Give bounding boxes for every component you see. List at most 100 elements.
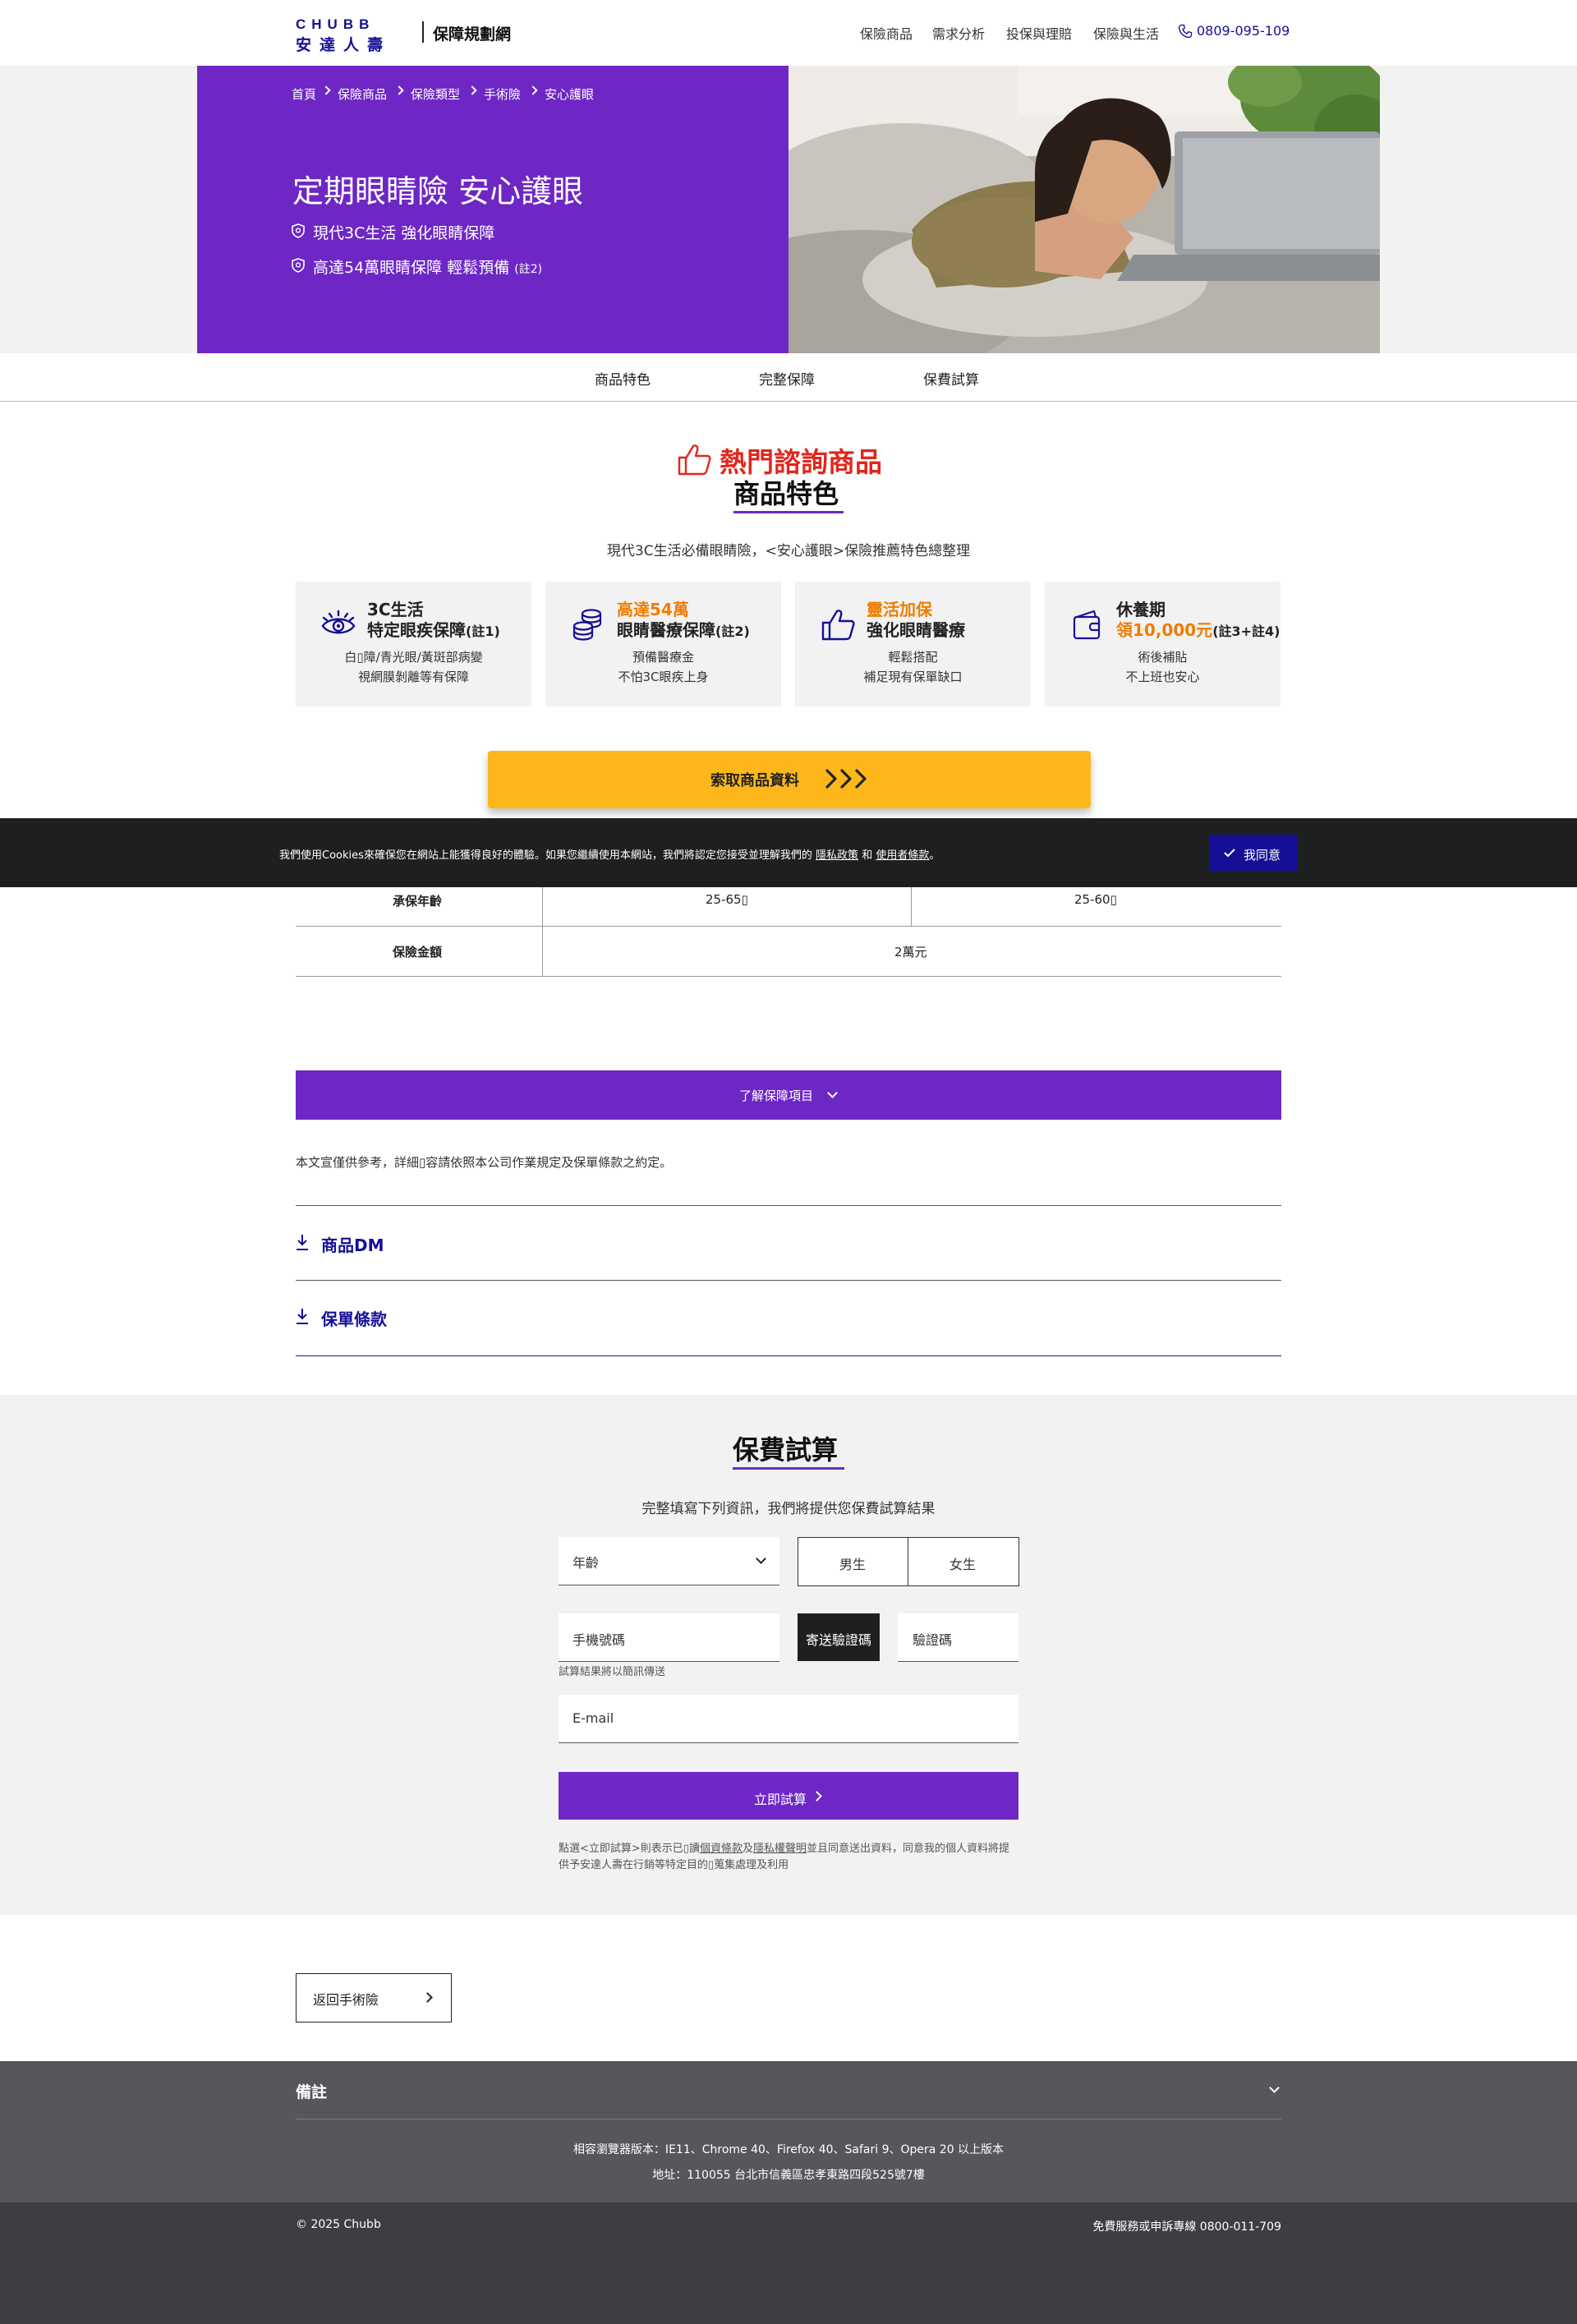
nav-item-needs-analysis[interactable]: 需求分析 [932, 23, 985, 43]
title-underline [733, 1467, 844, 1470]
feature-card-eye-disease: 3C生活 特定眼疾保障(註1) 白▯障/青光眼/黃斑部病變 視網膜剝離等有保障 [296, 582, 531, 706]
bottom-bar [0, 2202, 1577, 2324]
tab-premium[interactable]: 保費試算 [923, 368, 979, 389]
site-name[interactable]: 保障規劃網 [433, 22, 511, 44]
premium-subtitle: 完整填寫下列資訊，我們將提供您保費試算結果 [641, 1501, 936, 1517]
breadcrumb-current: 安心護眼 [545, 87, 595, 102]
phone-number-link[interactable]: 0809-095-109 [1197, 23, 1290, 39]
card-desc-line1: 預備醫療金 [632, 650, 694, 665]
email-placeholder: E-mail [572, 1710, 614, 1726]
premium-calculator-section [0, 1395, 1577, 1915]
breadcrumb-products[interactable]: 保險商品 [338, 85, 387, 103]
shield-icon [292, 258, 305, 273]
card-desc-line2: 不上班也安心 [1125, 670, 1200, 684]
card-desc-line2: 視網膜剝離等有保障 [357, 670, 469, 684]
download-icon [297, 1235, 308, 1250]
hero-feature-1: 現代3C生活 強化眼睛保障 [313, 224, 495, 242]
disclaimer-text: 本文宣僅供參考，詳細▯容請依照本公司作業規定及保單條款之約定。 [296, 1155, 673, 1170]
table-divider [542, 887, 543, 976]
card-note: (註3+註4) [1212, 624, 1280, 639]
card-note: (註2) [715, 624, 750, 639]
terms-of-use-link[interactable]: 使用者條款 [876, 849, 929, 862]
card-heading-line2: 強化眼睛醫療 [867, 620, 965, 640]
breadcrumb-types[interactable]: 保險類型 [411, 85, 460, 103]
card-desc-line1: 輕鬆搭配 [888, 650, 938, 665]
tab-coverage[interactable]: 完整保障 [759, 368, 815, 389]
section-title-premium: 保費試算 [733, 1434, 839, 1466]
consent-text: 點選<立即試算>則表示已▯讀個資條款及隱私權聲明並且同意送出資料，同意我的個人資… [559, 1843, 1010, 1871]
card-desc-line2: 不怕3C眼疾上身 [618, 670, 709, 684]
tab-features[interactable]: 商品特色 [595, 368, 651, 389]
personal-data-terms-link[interactable]: 個資條款 [700, 1843, 743, 1855]
table-divider [911, 887, 912, 926]
download-policy-terms-link[interactable]: 保單條款 [321, 1306, 387, 1330]
privacy-policy-link[interactable]: 隱私政策 [816, 849, 858, 862]
feature-card-medical: 高達54萬 眼睛醫療保障(註2) 預備醫療金不怕3C眼疾上身 [545, 582, 781, 706]
card-heading-line1: 靈活加保 [867, 600, 932, 619]
hero-feature-2: 高達54萬眼睛保障 輕鬆預備 (註2) [313, 259, 543, 277]
card-desc-line1: 術後補貼 [1138, 650, 1188, 665]
remarks-toggle[interactable]: 備註 [296, 2080, 327, 2102]
cookie-agree-label: 我同意 [1244, 848, 1281, 863]
sms-hint: 試算結果將以簡訊傳送 [559, 1666, 666, 1678]
download-brochure-link[interactable]: 商品DM [321, 1232, 384, 1256]
table-header-sum-insured: 保險金額 [393, 945, 443, 960]
wallet-icon [1073, 610, 1101, 640]
table-cell: 25-60▯ [1074, 892, 1117, 907]
card-heading-line1: 高達54萬 [617, 600, 689, 619]
age-select-label: 年齡 [572, 1555, 600, 1571]
copyright: © 2025 Chubb [296, 2218, 381, 2231]
nav-item-claims[interactable]: 投保與理賠 [1006, 23, 1072, 43]
card-heading-line2: 眼睛醫療保障 [617, 620, 715, 640]
privacy-statement-link[interactable]: 隱私權聲明 [753, 1843, 807, 1855]
feature-card-flexible: 靈活加保 強化眼睛醫療 輕鬆搭配補足現有保單缺口 [795, 582, 1031, 706]
mobile-number-placeholder: 手機號碼 [572, 1632, 626, 1648]
hero-title: 定期眼睛險 安心護眼 [292, 173, 584, 209]
verification-code-placeholder: 驗證碼 [913, 1632, 953, 1648]
browser-compatibility-text: 相容瀏覽器版本：IE11、Chrome 40、Firefox 40、Safari… [572, 2143, 1005, 2156]
card-heading-line1: 休養期 [1116, 600, 1166, 619]
section-title-features: 商品特色 [733, 478, 839, 509]
card-desc-line2: 補足現有保單缺口 [863, 670, 963, 684]
chubb-logo-chinese[interactable]: 安達人壽 [296, 33, 411, 55]
table-header-age: 承保年齡 [393, 894, 443, 909]
divider [296, 1205, 1281, 1206]
table-cell: 2萬元 [894, 945, 927, 960]
breadcrumb-home[interactable]: 首頁 [292, 85, 316, 103]
divider [296, 1355, 1281, 1356]
table-row-divider [296, 976, 1281, 977]
back-to-surgery-label: 返回手術險 [313, 1992, 379, 2008]
service-hotline: 免費服務或申訴專線 0800-011-709 [1092, 2220, 1281, 2234]
download-icon [297, 1309, 308, 1324]
chubb-logo[interactable]: CHUBB [296, 16, 411, 33]
card-heading-line2: 領10,000元 [1116, 620, 1213, 640]
nav-item-life[interactable]: 保險與生活 [1093, 23, 1159, 43]
thumbs-up-icon [821, 610, 855, 641]
site-header: CHUBB 安達人壽 保障規劃網 保險商品 需求分析 投保與理賠 保險與生活 0… [0, 0, 1577, 66]
hero-photo-woman-laptop [788, 66, 1380, 353]
request-info-label: 索取商品資料 [710, 772, 799, 789]
coverage-details-label: 了解保障項目 [739, 1088, 814, 1103]
card-heading-line2: 特定眼疾保障 [367, 620, 466, 640]
gender-male-label: 男生 [839, 1557, 867, 1572]
features-subtitle: 現代3C生活必備眼睛險，<安心護眼>保險推薦特色總整理 [606, 543, 971, 559]
address-text: 地址：110055 台北市信義區忠孝東路四段525號7樓 [652, 2169, 925, 2182]
email-input[interactable] [559, 1695, 1018, 1743]
cookie-message: 我們使用Cookies來確保您在網站上能獲得良好的體驗。如果您繼續使用本網站，我… [279, 849, 940, 862]
gender-female-label: 女生 [949, 1557, 977, 1572]
thumbs-up-icon [678, 444, 711, 476]
logo-divider [422, 21, 424, 43]
eye-icon [321, 610, 356, 634]
title-underline [733, 511, 844, 513]
table-cell: 25-65▯ [706, 892, 748, 907]
nav-item-products[interactable]: 保險商品 [860, 23, 913, 43]
table-row-divider [296, 926, 1281, 927]
triple-chevron-right-icon [825, 769, 867, 789]
calculate-now-label: 立即試算 [754, 1792, 807, 1807]
breadcrumb-surgery[interactable]: 手術險 [484, 85, 521, 103]
check-icon [1224, 849, 1235, 858]
card-note: (註1) [466, 624, 500, 639]
phone-icon [1178, 24, 1193, 39]
card-heading-line1: 3C生活 [367, 600, 424, 619]
feature-card-recovery: 休養期 領10,000元(註3+註4) 術後補貼不上班也安心 [1045, 582, 1280, 706]
